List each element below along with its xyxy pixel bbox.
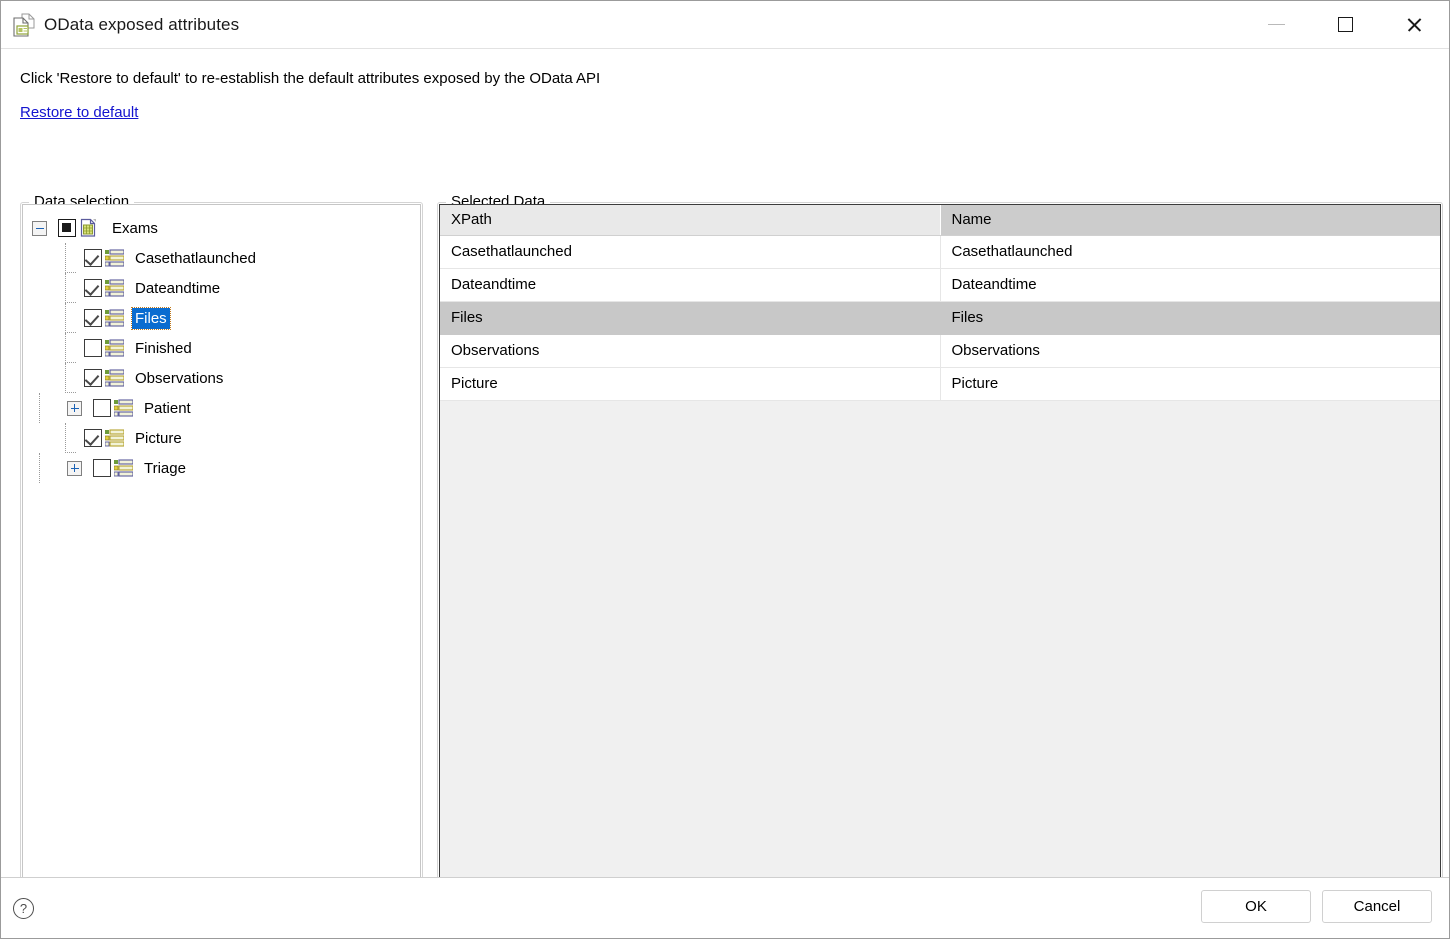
checkbox-unchecked[interactable]: [93, 399, 111, 417]
cell-xpath: Casethatlaunched: [440, 235, 941, 269]
attribute-list-icon: [104, 279, 125, 297]
tree-row[interactable]: Files: [23, 303, 420, 333]
maximize-icon: [1338, 17, 1353, 32]
tree-item-label-selected: Files: [131, 306, 171, 330]
cell-name: Observations: [940, 334, 1440, 368]
dialog-body: Click 'Restore to default' to re-establi…: [1, 48, 1449, 928]
minimize-button[interactable]: [1242, 1, 1311, 48]
attribute-list-icon: [104, 339, 125, 357]
tree-row[interactable]: Finished: [23, 333, 420, 363]
table-row[interactable]: Observations Observations: [440, 334, 1440, 368]
selected-data-group: Selected Data XPath Name Casethatlaunche…: [437, 193, 1443, 928]
dialog-button-row: OK Cancel: [1201, 890, 1432, 923]
checkbox-unchecked[interactable]: [84, 339, 102, 357]
tree-item-label: Exams: [112, 219, 158, 237]
table-document-icon: [79, 218, 99, 238]
cell-xpath: Picture: [440, 367, 941, 401]
maximize-button[interactable]: [1311, 1, 1380, 48]
tree-item-label: Finished: [135, 339, 192, 357]
cell-name: Casethatlaunched: [940, 235, 1440, 269]
attribute-list-icon: [104, 369, 125, 387]
cell-xpath: Observations: [440, 334, 941, 368]
attribute-list-icon: [113, 399, 134, 417]
checkbox-checked[interactable]: [84, 369, 102, 387]
checkbox-checked[interactable]: [84, 309, 102, 327]
help-circle-icon[interactable]: ?: [13, 897, 34, 919]
table-row[interactable]: Picture Picture: [440, 367, 1440, 401]
table-row[interactable]: Casethatlaunched Casethatlaunched: [440, 235, 1440, 269]
minimize-icon: [1268, 24, 1285, 25]
cell-xpath: Files: [440, 301, 941, 335]
data-selection-group: Data selection Exams Casethatlaunched Da…: [20, 193, 423, 928]
title-bar: OData exposed attributes: [1, 1, 1449, 48]
tree-row[interactable]: Casethatlaunched: [23, 243, 420, 273]
close-icon: [1406, 16, 1423, 33]
checkbox-checked[interactable]: [84, 429, 102, 447]
table-row[interactable]: Dateandtime Dateandtime: [440, 268, 1440, 302]
selected-data-table: XPath Name Casethatlaunched Casethatlaun…: [440, 205, 1440, 401]
checkbox-checked[interactable]: [84, 249, 102, 267]
column-header-xpath[interactable]: XPath: [440, 205, 941, 236]
tree-item-label: Casethatlaunched: [135, 249, 256, 267]
cell-name: Picture: [940, 367, 1440, 401]
attribute-list-icon: [104, 249, 125, 267]
tree-item-label: Triage: [144, 459, 186, 477]
cell-name: Files: [940, 301, 1440, 335]
window-title: OData exposed attributes: [44, 14, 240, 34]
restore-to-default-link[interactable]: Restore to default: [20, 104, 138, 121]
checkbox-checked[interactable]: [84, 279, 102, 297]
selected-data-table-container[interactable]: XPath Name Casethatlaunched Casethatlaun…: [439, 204, 1441, 926]
dialog-footer: ? OK Cancel: [1, 877, 1449, 938]
attribute-tree[interactable]: Exams Casethatlaunched Dateandtime Files…: [22, 204, 421, 926]
checkbox-partial[interactable]: [58, 219, 76, 237]
tree-row[interactable]: Patient: [23, 393, 420, 423]
tree-row[interactable]: Observations: [23, 363, 420, 393]
cell-name: Dateandtime: [940, 268, 1440, 302]
tree-item-label: Dateandtime: [135, 279, 221, 297]
tree-item-label: Observations: [135, 369, 224, 387]
expand-toggle-icon[interactable]: [67, 460, 82, 476]
window-controls: [1242, 1, 1449, 48]
cancel-button[interactable]: Cancel: [1322, 890, 1432, 923]
table-header-row: XPath Name: [440, 205, 1440, 236]
cell-xpath: Dateandtime: [440, 268, 941, 302]
table-row-selected[interactable]: Files Files: [440, 301, 1440, 335]
attribute-list-icon: [113, 459, 134, 477]
document-card-icon: [13, 13, 35, 37]
instruction-text: Click 'Restore to default' to re-establi…: [20, 70, 601, 87]
tree-row[interactable]: Exams: [23, 213, 420, 243]
tree-item-label: Patient: [144, 399, 191, 417]
tree-item-label: Picture: [135, 429, 182, 447]
column-header-name[interactable]: Name: [940, 205, 1440, 236]
tree-row[interactable]: Picture: [23, 423, 420, 453]
ok-button[interactable]: OK: [1201, 890, 1311, 923]
tree-row[interactable]: Dateandtime: [23, 273, 420, 303]
close-button[interactable]: [1380, 1, 1449, 48]
attribute-list-icon: [104, 429, 125, 447]
checkbox-unchecked[interactable]: [93, 459, 111, 477]
expand-toggle-icon[interactable]: [67, 400, 82, 416]
collapse-toggle-icon[interactable]: [32, 220, 47, 236]
odata-exposed-attributes-dialog: OData exposed attributes Click 'Restore …: [0, 0, 1450, 939]
attribute-list-icon: [104, 309, 125, 327]
tree-row[interactable]: Triage: [23, 453, 420, 483]
